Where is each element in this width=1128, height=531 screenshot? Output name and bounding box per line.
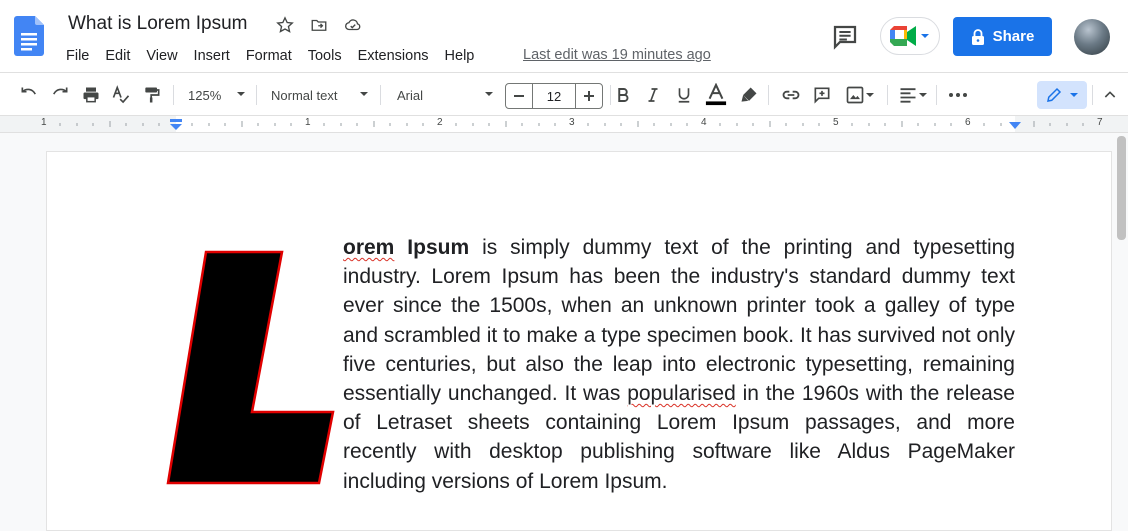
link-icon: [782, 90, 800, 100]
formatting-toolbar: 125% Normal text Arial 12: [0, 72, 1128, 116]
spellcheck-button[interactable]: [108, 73, 134, 117]
insert-image-button[interactable]: [840, 73, 880, 117]
redo-icon: [53, 87, 68, 95]
cloud-status-icon[interactable]: [342, 14, 364, 36]
share-button[interactable]: Share: [953, 17, 1052, 56]
add-comment-icon: [814, 87, 830, 104]
add-comment-button[interactable]: [808, 73, 836, 117]
left-indent-marker-icon[interactable]: [169, 119, 183, 131]
zoom-value: 125%: [188, 87, 222, 103]
ruler-number: 3: [569, 117, 575, 128]
print-icon: [83, 87, 99, 103]
bold-word: Ipsum: [407, 236, 470, 259]
pencil-icon: [1047, 87, 1062, 102]
editing-mode-button[interactable]: [1037, 81, 1087, 109]
redo-button[interactable]: [47, 73, 73, 117]
menu-extensions[interactable]: Extensions: [350, 46, 437, 66]
docs-header: What is Lorem Ipsum File Edit View Inser…: [0, 0, 1128, 72]
meet-icon: [890, 26, 916, 46]
horizontal-ruler[interactable]: 1 1 2 3 4 5 6 7: [0, 116, 1128, 133]
first-word: orem: [343, 236, 395, 259]
document-body-text[interactable]: orem Ipsum is simply dummy text of the p…: [343, 233, 1015, 496]
chevron-down-icon: [919, 93, 927, 97]
menu-format[interactable]: Format: [238, 46, 300, 66]
more-horizontal-icon: [949, 93, 967, 97]
highlighter-icon: [741, 87, 757, 102]
ruler-number: 4: [701, 117, 707, 128]
text-part-1: is simply dummy text of the printing and…: [343, 236, 1015, 406]
paint-format-icon: [145, 87, 160, 103]
last-edit-link[interactable]: Last edit was 19 minutes ago: [523, 47, 711, 63]
menu-insert[interactable]: Insert: [186, 46, 238, 66]
comment-icon: [833, 25, 857, 50]
chevron-up-icon: [1104, 91, 1116, 98]
chevron-down-icon: [360, 92, 368, 96]
font-value: Arial: [397, 87, 424, 103]
chevron-down-icon: [485, 92, 493, 96]
lock-icon: [971, 28, 984, 45]
style-value: Normal text: [271, 87, 338, 103]
document-title[interactable]: What is Lorem Ipsum: [68, 13, 248, 35]
text-color-icon: [705, 83, 727, 106]
share-label: Share: [992, 28, 1035, 45]
image-icon: [846, 86, 864, 104]
spellcheck-icon: [112, 85, 130, 104]
increase-font-size-button[interactable]: [576, 84, 602, 108]
ruler-number: 2: [437, 117, 443, 128]
font-size-stepper: 12: [505, 83, 603, 109]
misspelled-word: popularised: [627, 382, 736, 406]
bold-button[interactable]: [611, 73, 635, 117]
font-family-select[interactable]: Arial: [397, 83, 494, 107]
avatar[interactable]: [1074, 19, 1110, 55]
menu-tools[interactable]: Tools: [300, 46, 350, 66]
plus-icon: [584, 91, 594, 101]
undo-button[interactable]: [16, 73, 42, 117]
chevron-down-icon: [1070, 93, 1078, 97]
ruler-number: 7: [1097, 117, 1103, 128]
underline-icon: [678, 88, 690, 103]
menu-view[interactable]: View: [138, 46, 185, 66]
right-indent-marker-icon[interactable]: [1008, 121, 1022, 130]
chevron-down-icon: [237, 92, 245, 96]
ruler-number: 5: [833, 117, 839, 128]
menu-edit[interactable]: Edit: [97, 46, 138, 66]
bold-icon: [618, 88, 629, 102]
highlight-color-button[interactable]: [736, 73, 762, 117]
ruler-number: 1: [305, 117, 311, 128]
ruler-number: 6: [965, 117, 971, 128]
print-button[interactable]: [78, 73, 104, 117]
paint-format-button[interactable]: [139, 73, 165, 117]
menu-file[interactable]: File: [58, 46, 97, 66]
chevron-down-icon: [866, 93, 874, 97]
menu-help[interactable]: Help: [437, 46, 483, 66]
align-left-icon: [900, 88, 916, 103]
paragraph-style-select[interactable]: Normal text: [271, 83, 369, 107]
hide-menus-button[interactable]: [1099, 73, 1121, 117]
italic-button[interactable]: [641, 73, 665, 117]
italic-icon: [648, 88, 658, 102]
decrease-font-size-button[interactable]: [506, 84, 532, 108]
ruler-number: 1: [41, 117, 47, 128]
chevron-down-icon: [921, 34, 929, 38]
text-color-button[interactable]: [703, 73, 729, 117]
vertical-scrollbar[interactable]: [1117, 136, 1126, 240]
font-size-input[interactable]: 12: [532, 84, 576, 108]
menu-bar: File Edit View Insert Format Tools Exten…: [58, 46, 482, 66]
drop-cap-letter-l[interactable]: L: [166, 250, 336, 486]
zoom-select[interactable]: 125%: [188, 83, 246, 107]
move-folder-icon[interactable]: [308, 14, 330, 36]
minus-icon: [514, 95, 524, 97]
star-icon[interactable]: [274, 14, 296, 36]
insert-link-button[interactable]: [777, 73, 805, 117]
meet-button[interactable]: [880, 17, 940, 55]
docs-logo-icon[interactable]: [14, 16, 44, 56]
comment-history-button[interactable]: [830, 22, 860, 52]
align-button[interactable]: [896, 73, 930, 117]
undo-icon: [21, 87, 36, 95]
underline-button[interactable]: [672, 73, 696, 117]
more-options-button[interactable]: [946, 73, 970, 117]
